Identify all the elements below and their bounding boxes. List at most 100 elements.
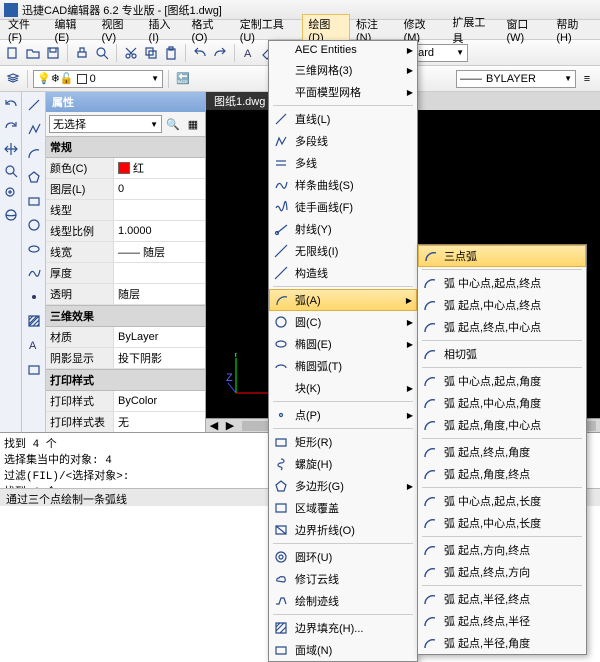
menu-item[interactable]: 椭圆弧(T) [269,355,417,377]
point-tool-icon[interactable] [25,288,43,306]
prop-category[interactable]: 常规 [46,136,205,158]
lineweight-icon[interactable]: ≡ [578,70,596,88]
prop-row[interactable]: 图层(L)0 [46,179,205,200]
menu-3[interactable]: 插入(I) [143,14,186,46]
cut-icon[interactable] [122,44,140,62]
menu-item[interactable]: 平面模型网格▶ [269,81,417,103]
layer-prev-icon[interactable]: 🔙 [174,70,192,88]
menu-item[interactable]: 三维网格(3)▶ [269,59,417,81]
menu-item[interactable]: 徒手画线(F) [269,196,417,218]
prop-category[interactable]: 打印样式 [46,369,205,391]
menu-item[interactable]: 弧(A)▶ [269,289,417,311]
arc-tool-icon[interactable] [25,144,43,162]
open-icon[interactable] [24,44,42,62]
prop-row[interactable]: 线型比例1.0000 [46,221,205,242]
prop-row[interactable]: 线型 [46,200,205,221]
menu-item[interactable]: 多边形(G)▶ [269,475,417,497]
menu-item[interactable]: 构造线 [269,262,417,284]
prop-category[interactable]: 三维效果 [46,305,205,327]
pline-tool-icon[interactable] [25,120,43,138]
new-icon[interactable] [4,44,22,62]
redo-icon[interactable] [211,44,229,62]
paste-icon[interactable] [162,44,180,62]
menu-item[interactable]: 样条曲线(S) [269,174,417,196]
menu-item[interactable]: 圆环(U) [269,546,417,568]
menu-item[interactable]: 无限线(I) [269,240,417,262]
text-tool-icon[interactable]: A [25,336,43,354]
menu-item[interactable]: 螺旋(H) [269,453,417,475]
print-icon[interactable] [73,44,91,62]
menu-11[interactable]: 帮助(H) [550,14,598,46]
zoom-extent-icon[interactable] [2,184,20,202]
prop-row[interactable]: 打印样式ByColor [46,391,205,412]
menu-10[interactable]: 窗口(W) [500,14,550,46]
menu-item[interactable]: 弧 起点,中心点,角度 [418,392,586,414]
rect-tool-icon[interactable] [25,192,43,210]
menu-item[interactable]: 弧 起点,角度,终点 [418,463,586,485]
undo-icon[interactable] [191,44,209,62]
menu-1[interactable]: 编辑(E) [48,14,95,46]
preview-icon[interactable] [93,44,111,62]
prop-row[interactable]: 打印样式表无 [46,412,205,432]
undo-tool-icon[interactable] [2,96,20,114]
menu-item[interactable]: 弧 起点,终点,半径 [418,610,586,632]
menu-item[interactable]: 点(P)▶ [269,404,417,426]
menu-item[interactable]: 多线 [269,152,417,174]
layer-combo[interactable]: 💡❄🔓 0▼ [33,70,163,88]
menu-item[interactable]: 圆(C)▶ [269,311,417,333]
menu-item[interactable]: AEC Entities▶ [269,41,417,59]
insert-tool-icon[interactable] [25,360,43,378]
layer-manager-icon[interactable] [4,70,22,88]
menu-item[interactable]: 边界填充(H)... [269,617,417,639]
prop-row[interactable]: 阴影显示投下阴影 [46,348,205,369]
menu-item[interactable]: 多段线 [269,130,417,152]
text-icon[interactable]: A [240,44,258,62]
menu-item[interactable]: 相切弧 [418,343,586,365]
prop-row[interactable]: 厚度 [46,263,205,284]
menu-item[interactable]: 弧 起点,方向,终点 [418,539,586,561]
menu-item[interactable]: 直线(L) [269,108,417,130]
ellipse-tool-icon[interactable] [25,240,43,258]
menu-item[interactable]: 边界折线(O) [269,519,417,541]
menu-item[interactable]: 矩形(R) [269,431,417,453]
menu-item[interactable]: 绘制迹线 [269,590,417,612]
orbit-icon[interactable] [2,206,20,224]
zoom-window-icon[interactable] [2,162,20,180]
menu-item[interactable]: 三点弧 [418,245,586,267]
menu-item[interactable]: 弧 起点,中心点,长度 [418,512,586,534]
menu-9[interactable]: 扩展工具 [446,12,500,48]
prop-row[interactable]: 透明随层 [46,284,205,305]
menu-2[interactable]: 视图(V) [96,14,143,46]
menu-0[interactable]: 文件(F) [2,14,48,46]
prop-row[interactable]: 线宽—— 随层 [46,242,205,263]
circle-tool-icon[interactable] [25,216,43,234]
line-tool-icon[interactable] [25,96,43,114]
menu-item[interactable]: 块(K)▶ [269,377,417,399]
menu-item[interactable]: 弧 起点,终点,方向 [418,561,586,583]
save-icon[interactable] [44,44,62,62]
spline-tool-icon[interactable] [25,264,43,282]
menu-4[interactable]: 格式(O) [186,14,234,46]
menu-item[interactable]: 射线(Y) [269,218,417,240]
menu-item[interactable]: 弧 中心点,起点,长度 [418,490,586,512]
menu-item[interactable]: 面域(N) [269,639,417,661]
menu-item[interactable]: 弧 起点,半径,角度 [418,632,586,654]
redo-tool-icon[interactable] [2,118,20,136]
menu-item[interactable]: 弧 起点,角度,中心点 [418,414,586,436]
menu-item[interactable]: 弧 起点,终点,角度 [418,441,586,463]
selection-combo[interactable]: 无选择▼ [49,115,162,133]
quick-select-icon[interactable]: 🔍 [164,115,182,133]
menu-item[interactable]: 弧 起点,中心点,终点 [418,294,586,316]
menu-item[interactable]: 弧 中心点,起点,角度 [418,370,586,392]
menu-item[interactable]: 弧 中心点,起点,终点 [418,272,586,294]
prop-row[interactable]: 材质ByLayer [46,327,205,348]
copy-icon[interactable] [142,44,160,62]
menu-item[interactable]: 修订云线 [269,568,417,590]
prop-row[interactable]: 颜色(C)红 [46,158,205,179]
pan-icon[interactable] [2,140,20,158]
menu-item[interactable]: 区域覆盖 [269,497,417,519]
hatch-tool-icon[interactable] [25,312,43,330]
linetype-combo[interactable]: ——BYLAYER▼ [456,70,576,88]
select-objects-icon[interactable]: ▦ [184,115,202,133]
menu-item[interactable]: 弧 起点,终点,中心点 [418,316,586,338]
